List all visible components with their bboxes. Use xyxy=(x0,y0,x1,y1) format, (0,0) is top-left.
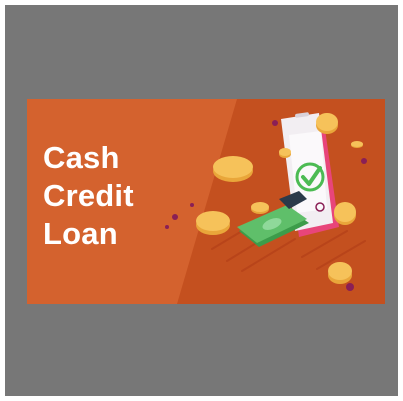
loan-illustration xyxy=(165,112,367,291)
coin-icon xyxy=(196,211,230,235)
coin-icon xyxy=(316,113,338,134)
coin-icon xyxy=(213,156,253,182)
coin-icon xyxy=(328,262,352,284)
coin-icon xyxy=(334,202,356,225)
banknote-icon xyxy=(237,191,309,247)
coin-icon xyxy=(279,148,291,158)
coin-icon xyxy=(351,141,363,148)
coin-icon xyxy=(251,202,269,214)
cash-credit-loan-banner: Cash Credit Loan xyxy=(27,99,385,304)
